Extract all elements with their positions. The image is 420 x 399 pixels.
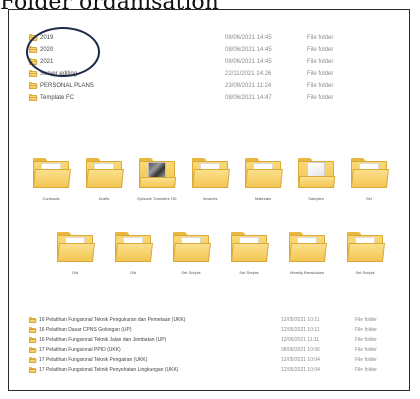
grid-folder[interactable]: Old xyxy=(105,232,161,275)
folder-label: Materials xyxy=(254,196,272,201)
folder-icon xyxy=(29,94,38,101)
date-modified: 08/06/2021 14:45 xyxy=(225,47,272,53)
list-item[interactable]: 16 Pelatihan Fungsional Teknik Pengukura… xyxy=(25,315,397,325)
folder-name: PERSONAL PLANS xyxy=(40,83,94,89)
date-modified: 08/06/2021 14:45 xyxy=(225,35,272,41)
folder-icon xyxy=(351,158,389,188)
item-type: File folder xyxy=(307,35,334,41)
folder-icon xyxy=(289,232,327,262)
folder-label: Old xyxy=(129,270,137,275)
grid-folder[interactable]: Set Scripts xyxy=(163,232,219,275)
folder-icon xyxy=(29,82,38,89)
folder-icon xyxy=(29,367,37,373)
folder-icon xyxy=(115,232,153,262)
grid-folder[interactable]: Contracts xyxy=(23,158,79,201)
folder-icon xyxy=(231,232,269,262)
folder-icon xyxy=(29,317,37,323)
grid-folder[interactable]: Drafts xyxy=(76,158,132,201)
item-type: File folder xyxy=(355,327,377,333)
date-modified: 08/06/2021 14:45 xyxy=(225,59,272,65)
date-modified: 12/05/2021 10:04 xyxy=(281,357,320,363)
grid-folder[interactable]: Samples xyxy=(288,158,344,201)
list-item[interactable]: Template FC 08/06/2021 14:47 File folder xyxy=(25,92,397,104)
folder-label: Set Scripts xyxy=(239,270,259,275)
item-type: File folder xyxy=(307,83,334,89)
list-item[interactable]: 16 Pelatihan Dasar CPNS Golongan (UP) 12… xyxy=(25,325,397,335)
folder-photo-icon xyxy=(139,158,177,188)
folder-icon xyxy=(57,232,95,262)
list-item[interactable]: 17 Pelatihan Fungsional Teknik Penyehata… xyxy=(25,365,397,375)
date-modified: 12/05/2021 10:11 xyxy=(281,327,320,333)
list-item[interactable]: 16 Pelatihan Fungsional Teknik Jalan dan… xyxy=(25,335,397,345)
folder-label: Set Scripts xyxy=(355,270,375,275)
folder-icon xyxy=(347,232,385,262)
grid-folder[interactable]: Invoices xyxy=(182,158,238,201)
item-type: File folder xyxy=(307,47,334,53)
folder-icon xyxy=(29,70,38,77)
item-type: File folder xyxy=(355,367,377,373)
folder-icon xyxy=(245,158,283,188)
folder-label: Samples xyxy=(308,196,324,201)
folder-name: 16 Pelatihan Fungsional Teknik Pengukura… xyxy=(39,317,186,323)
grid-folder[interactable]: Weekly Breakdown xyxy=(279,232,335,275)
date-modified: 12/05/2021 10:11 xyxy=(281,317,320,323)
folder-name: 16 Pelatihan Fungsional Teknik Jalan dan… xyxy=(39,337,167,343)
folder-label: Set xyxy=(365,196,372,201)
folder-name: 17 Pelatihan Fungsional PPID (UKK) xyxy=(39,347,121,353)
folder-icon xyxy=(29,337,37,343)
date-modified: 22/11/2021 14:26 xyxy=(225,71,272,77)
folder-label: Invoices xyxy=(202,196,218,201)
folder-document-icon xyxy=(298,158,336,188)
list-item[interactable]: 17 Pelatihan Fungsional PPID (UKK) 08/06… xyxy=(25,345,397,355)
date-modified: 08/06/2021 14:47 xyxy=(225,95,272,101)
item-type: File folder xyxy=(355,347,377,353)
folder-label: Contracts xyxy=(42,196,60,201)
grid-folder[interactable]: Set Scripts xyxy=(221,232,277,275)
item-type: File folder xyxy=(307,59,334,65)
grid-folder[interactable]: Set Scripts xyxy=(337,232,393,275)
grid-folder[interactable]: Old xyxy=(47,232,103,275)
folder-icon xyxy=(29,347,37,353)
list-item[interactable]: PERSONAL PLANS 23/09/2021 11:24 File fol… xyxy=(25,80,397,92)
grid-folder[interactable]: Set xyxy=(341,158,397,201)
date-modified: 12/05/2021 11:11 xyxy=(281,337,320,343)
highlight-circle-annotation xyxy=(26,27,100,77)
folder-label: Set Scripts xyxy=(181,270,201,275)
folder-icon xyxy=(29,357,37,363)
folder-label: Episode Transfers HD xyxy=(137,196,177,201)
folder-name: 17 Pelatihan Fungsional Teknik Pengairan… xyxy=(39,357,148,363)
folder-label: Drafts xyxy=(98,196,110,201)
item-type: File folder xyxy=(307,95,334,101)
item-type: File folder xyxy=(355,337,377,343)
folder-icon xyxy=(192,158,230,188)
date-modified: 08/06/2021 10:06 xyxy=(281,347,320,353)
folder-label: Old xyxy=(71,270,79,275)
folder-icon xyxy=(33,158,71,188)
folder-label: Weekly Breakdown xyxy=(289,270,325,275)
explorer-screenshot-frame: 2019 08/06/2021 14:45 File folder 2020 0… xyxy=(8,9,410,391)
date-modified: 12/05/2021 10:04 xyxy=(281,367,320,373)
item-type: File folder xyxy=(355,357,377,363)
grid-folder[interactable]: Materials xyxy=(235,158,291,201)
grid-folder[interactable]: Episode Transfers HD xyxy=(129,158,185,201)
item-type: File folder xyxy=(355,317,377,323)
folder-name: 17 Pelatihan Fungsional Teknik Penyehata… xyxy=(39,367,179,373)
item-type: File folder xyxy=(307,71,334,77)
folder-icon xyxy=(29,327,37,333)
folder-name: Template FC xyxy=(40,95,75,101)
list-item[interactable]: 17 Pelatihan Fungsional Teknik Pengairan… xyxy=(25,355,397,365)
date-modified: 23/09/2021 11:24 xyxy=(225,83,272,89)
folder-name: 16 Pelatihan Dasar CPNS Golongan (UP) xyxy=(39,327,132,333)
folder-icon xyxy=(173,232,211,262)
folder-icon xyxy=(86,158,124,188)
